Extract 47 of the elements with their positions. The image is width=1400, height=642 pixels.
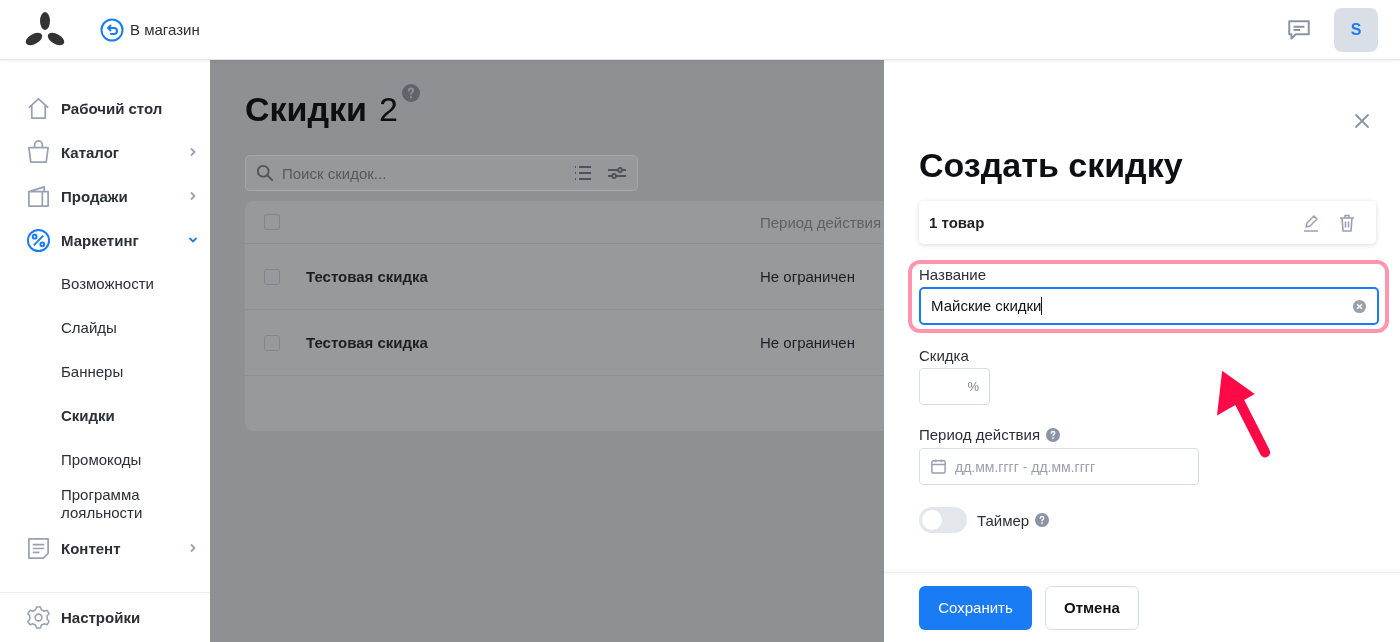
field-label: Период действия [919,426,1041,443]
timer-label: Таймер [977,511,1030,529]
table-cell-text: Тестовая скидка [305,268,429,285]
sidebar-subitem[interactable]: Скидки [0,394,210,438]
sidebar-item[interactable]: Рабочий стол [0,86,210,130]
sidebar-icon [26,139,51,165]
sidebar-icon [26,227,51,253]
page-title: Скидки [245,90,367,129]
panel-title: Создать скидку [919,145,1184,186]
sidebar-icon [26,183,51,209]
timer-toggle[interactable] [919,507,967,533]
help-icon[interactable] [1046,427,1061,442]
name-input-field[interactable]: Майские скидки [919,287,1379,325]
cancel-button[interactable]: Отмена [1045,585,1139,630]
settings-icon [26,605,51,630]
clear-icon[interactable] [1352,298,1367,314]
discount-count: 2 [379,90,398,129]
calendar-icon [930,458,947,475]
help-icon[interactable] [401,84,420,102]
sidebar-icon [26,95,51,121]
list-view-icon[interactable] [573,163,593,183]
table-cell: Не ограничен [760,334,855,351]
sidebar-subitem[interactable]: Промокоды [0,438,210,482]
sidebar-item[interactable]: Каталог [0,130,210,174]
product-count: 1 товар [929,214,986,231]
logo-icon[interactable] [25,11,65,48]
sidebar-item[interactable]: Маркетинг [0,218,210,262]
column-header: Период действия [760,213,882,231]
sidebar-item[interactable]: Контент [0,526,210,570]
save-button[interactable]: Сохранить [919,585,1032,630]
sidebar-subitem[interactable]: Слайды [0,306,210,350]
trash-icon[interactable] [1337,212,1357,233]
sidebar-subitem[interactable]: Возможности [0,262,210,306]
sidebar-subitem[interactable]: Баннеры [0,350,210,394]
close-icon[interactable] [1354,113,1370,129]
sidebar-subitem[interactable]: Программа лояльности [0,482,210,526]
help-icon[interactable] [1035,513,1050,527]
pencil-icon[interactable] [1301,212,1321,233]
search-icon [256,164,274,182]
table-cell-text: Тестовая скидка [305,334,429,351]
back-to-store-link[interactable]: В магазин [100,17,200,42]
field-label: Скидка [919,347,970,364]
sidebar-item[interactable]: Продажи [0,174,210,218]
sidebar-icon [26,535,51,561]
field-label: Название [919,266,988,283]
table-cell: Не ограничен [760,268,855,285]
discount-input-field[interactable]: % [919,368,990,405]
